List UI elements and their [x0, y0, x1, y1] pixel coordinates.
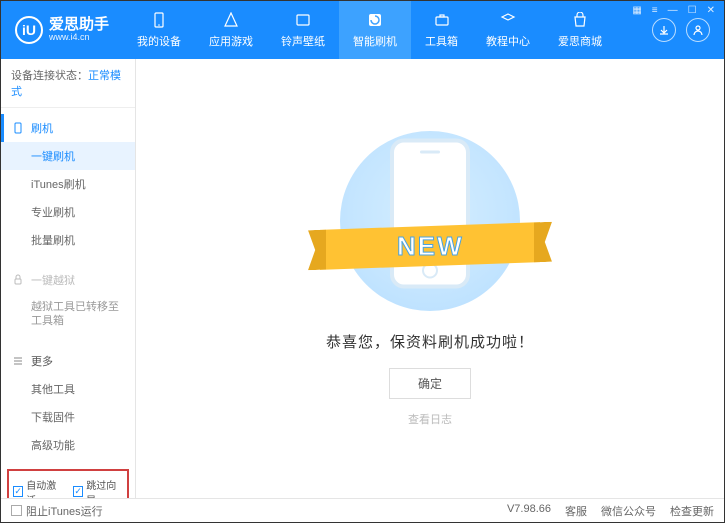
check-update-link[interactable]: 检查更新	[670, 503, 714, 519]
sidebar-item-itunes-flash[interactable]: iTunes刷机	[1, 170, 135, 198]
nav-label: 智能刷机	[353, 33, 397, 49]
checkbox-icon: ✓	[13, 486, 23, 497]
checkbox-icon	[11, 505, 22, 516]
checkbox-label: 阻止iTunes运行	[26, 503, 103, 519]
nav-my-device[interactable]: 我的设备	[123, 1, 195, 59]
user-button[interactable]	[686, 18, 710, 42]
success-illustration: NEW	[340, 131, 520, 311]
window-controls: ▦ ≡ — ☐ ✕	[629, 5, 718, 16]
nav-toolbox[interactable]: 工具箱	[411, 1, 472, 59]
nav-label: 铃声壁纸	[281, 33, 325, 49]
lock-icon	[11, 273, 25, 287]
nav-tutorials[interactable]: 教程中心	[472, 1, 544, 59]
header-actions	[652, 18, 724, 42]
ok-button[interactable]: 确定	[389, 368, 471, 399]
checkbox-label: 跳过向导	[86, 477, 123, 498]
main-content: NEW 恭喜您，保资料刷机成功啦！ 确定 查看日志	[136, 59, 724, 498]
sidebar-item-download-firmware[interactable]: 下载固件	[1, 403, 135, 431]
nav-label: 工具箱	[425, 33, 458, 49]
sidebar-item-other-tools[interactable]: 其他工具	[1, 375, 135, 403]
wallpaper-icon	[294, 11, 312, 29]
section-jailbreak[interactable]: 一键越狱	[1, 266, 135, 294]
tutorial-icon	[499, 11, 517, 29]
device-icon	[150, 11, 168, 29]
settings-icon[interactable]: ▦	[629, 5, 644, 16]
nav-ringtones[interactable]: 铃声壁纸	[267, 1, 339, 59]
maximize-button[interactable]: ☐	[685, 5, 700, 16]
logo-icon: iU	[15, 16, 43, 44]
new-banner: NEW	[320, 222, 540, 270]
support-link[interactable]: 客服	[565, 503, 587, 519]
menu-icon	[11, 354, 25, 368]
toolbox-icon	[433, 11, 451, 29]
sidebar-item-pro-flash[interactable]: 专业刷机	[1, 198, 135, 226]
checkbox-block-itunes[interactable]: 阻止iTunes运行	[11, 503, 103, 519]
download-button[interactable]	[652, 18, 676, 42]
sidebar-item-oneclick-flash[interactable]: 一键刷机	[1, 142, 135, 170]
jailbreak-note: 越狱工具已转移至工具箱	[1, 294, 135, 335]
flash-icon	[366, 11, 384, 29]
options-highlight: ✓ 自动激活 ✓ 跳过向导	[7, 469, 129, 498]
status-label: 设备连接状态：	[11, 70, 88, 82]
nav-label: 教程中心	[486, 33, 530, 49]
version-label: V7.98.66	[507, 503, 551, 519]
nav-label: 应用游戏	[209, 33, 253, 49]
nav-label: 爱思商城	[558, 33, 602, 49]
nav-label: 我的设备	[137, 33, 181, 49]
checkbox-skip-guide[interactable]: ✓ 跳过向导	[73, 477, 123, 498]
store-icon	[571, 11, 589, 29]
checkbox-auto-activate[interactable]: ✓ 自动激活	[13, 477, 63, 498]
connection-status: 设备连接状态：正常模式	[1, 59, 135, 108]
nav-apps[interactable]: 应用游戏	[195, 1, 267, 59]
view-log-link[interactable]: 查看日志	[408, 411, 452, 427]
pin-icon[interactable]: ≡	[649, 5, 661, 16]
section-title: 更多	[31, 353, 53, 369]
sidebar: 设备连接状态：正常模式 刷机 一键刷机 iTunes刷机 专业刷机 批量刷机 一…	[1, 59, 136, 498]
status-bar: 阻止iTunes运行 V7.98.66 客服 微信公众号 检查更新	[1, 498, 724, 522]
wechat-link[interactable]: 微信公众号	[601, 503, 656, 519]
section-more[interactable]: 更多	[1, 347, 135, 375]
section-title: 一键越狱	[31, 272, 75, 288]
phone-icon	[11, 121, 25, 135]
sidebar-item-batch-flash[interactable]: 批量刷机	[1, 226, 135, 254]
app-header: ▦ ≡ — ☐ ✕ iU 爱思助手 www.i4.cn 我的设备 应用游戏	[1, 1, 724, 59]
minimize-button[interactable]: —	[665, 5, 681, 16]
checkbox-label: 自动激活	[26, 477, 63, 498]
section-title: 刷机	[31, 120, 53, 136]
banner-text: NEW	[397, 230, 464, 261]
close-button[interactable]: ✕	[704, 5, 718, 16]
success-message: 恭喜您，保资料刷机成功啦！	[326, 331, 534, 352]
apps-icon	[222, 11, 240, 29]
brand-logo: iU 爱思助手 www.i4.cn	[1, 16, 123, 44]
section-flash[interactable]: 刷机	[1, 114, 135, 142]
nav-store[interactable]: 爱思商城	[544, 1, 616, 59]
nav-flash[interactable]: 智能刷机	[339, 1, 411, 59]
sidebar-item-advanced[interactable]: 高级功能	[1, 431, 135, 459]
checkbox-icon: ✓	[73, 486, 83, 497]
brand-url: www.i4.cn	[49, 33, 109, 43]
brand-title: 爱思助手	[49, 17, 109, 34]
main-nav: 我的设备 应用游戏 铃声壁纸 智能刷机 工具箱 教程中心	[123, 1, 652, 59]
